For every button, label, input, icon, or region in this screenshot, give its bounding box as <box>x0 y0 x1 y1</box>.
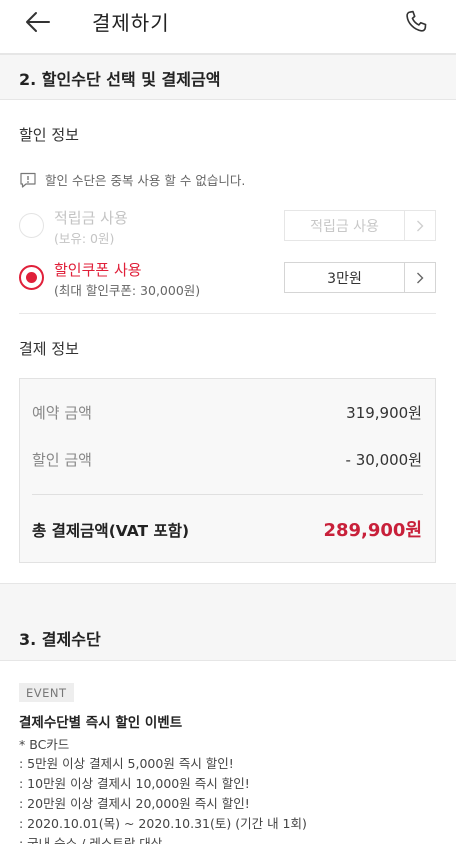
event-title: 결제수단별 즉시 할인 이벤트 <box>19 715 183 731</box>
event-line: : 5만원 이상 결제시 5,000원 즉시 할인! <box>19 756 234 771</box>
exclamation-bubble-icon <box>19 171 37 189</box>
summary-label: 할인 금액 <box>32 451 92 469</box>
summary-divider <box>32 494 423 495</box>
divider <box>19 313 436 314</box>
event-line: * BC카드 <box>19 737 70 752</box>
event-line: : 10만원 이상 결제시 10,000원 즉시 할인! <box>19 776 250 791</box>
chevron-right-icon <box>405 211 435 240</box>
back-button[interactable] <box>22 6 54 38</box>
coupon-option-label: 할인쿠폰 사용 <box>54 261 142 279</box>
points-selector-value: 적립금 사용 <box>285 211 405 240</box>
phone-icon <box>406 10 427 32</box>
app-header: 결제하기 <box>0 0 456 54</box>
chevron-right-icon <box>405 263 435 292</box>
total-label: 총 결제금액(VAT 포함) <box>32 522 190 540</box>
payment-info-title: 결제 정보 <box>19 340 79 358</box>
section-title: 2. 할인수단 선택 및 결제금액 <box>19 70 221 89</box>
points-balance: (보유: 0원) <box>54 231 115 246</box>
coupon-selector[interactable]: 3만원 <box>284 262 436 293</box>
discount-notice: 할인 수단은 중복 사용 할 수 없습니다. <box>19 170 245 189</box>
total-value: 289,900원 <box>323 520 422 541</box>
section-header-payment-method: 3. 결제수단 <box>0 583 456 661</box>
summary-row-discount: 할인 금액 - 30,000원 <box>32 449 422 470</box>
summary-row-reservation: 예약 금액 319,900원 <box>32 402 422 423</box>
points-radio[interactable] <box>19 213 44 238</box>
points-selector[interactable]: 적립금 사용 <box>284 210 436 241</box>
event-line: : 국내 숙소 / 레스토랑 대상 <box>19 836 163 844</box>
event-badge: EVENT <box>19 683 74 702</box>
payment-summary: 예약 금액 319,900원 할인 금액 - 30,000원 총 결제금액(VA… <box>19 378 436 563</box>
points-option-label: 적립금 사용 <box>54 209 128 227</box>
event-line: : 20만원 이상 결제시 20,000원 즉시 할인! <box>19 796 250 811</box>
section-header-discount: 2. 할인수단 선택 및 결제금액 <box>0 54 456 100</box>
page-title: 결제하기 <box>92 11 170 35</box>
coupon-radio[interactable] <box>19 265 44 290</box>
section-title: 3. 결제수단 <box>19 630 101 649</box>
arrow-left-icon <box>26 12 50 32</box>
coupon-selector-value: 3만원 <box>285 263 405 292</box>
discount-info-title: 할인 정보 <box>19 126 79 144</box>
summary-label: 예약 금액 <box>32 404 92 422</box>
notice-text: 할인 수단은 중복 사용 할 수 없습니다. <box>45 173 246 188</box>
call-button[interactable] <box>400 6 432 38</box>
coupon-max: (최대 할인쿠폰: 30,000원) <box>54 283 201 298</box>
summary-value: - 30,000원 <box>345 451 422 469</box>
event-line: : 2020.10.01(목) ~ 2020.10.31(토) (기간 내 1회… <box>19 816 307 831</box>
summary-total-row: 총 결제금액(VAT 포함) 289,900원 <box>32 516 422 542</box>
summary-value: 319,900원 <box>346 404 422 422</box>
